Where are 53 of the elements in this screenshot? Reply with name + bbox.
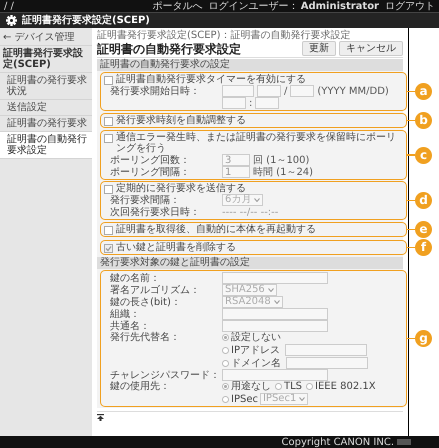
radio-label: ドメイン名 <box>231 358 281 368</box>
page-header-title: 証明書発行要求設定(SCEP) <box>22 15 150 26</box>
section-header: 発行要求対象の鍵と証明書の設定 <box>97 257 403 269</box>
sidebar-item[interactable]: 証明書の自動発行要求設定 <box>0 132 92 159</box>
checkbox-label: 証明書を取得後、自動的に本体を再起動する <box>116 224 316 235</box>
callout-marker: c <box>415 146 432 164</box>
field-label: 鍵の長さ(bit)： <box>109 296 182 308</box>
field-label: 発行先代替名： <box>109 332 181 343</box>
field-label: 署名アルゴリズム： <box>109 284 201 296</box>
separator-text: : <box>249 98 252 108</box>
logout-link[interactable]: ログアウト <box>385 0 435 12</box>
page-title: 証明書の自動発行要求設定 <box>97 42 241 56</box>
field-label: 鍵の使用先： <box>109 381 171 392</box>
callout-marker: d <box>415 192 432 209</box>
portal-link[interactable]: ポータルへ <box>152 0 203 12</box>
callout-marker: f <box>415 239 432 256</box>
date-reading: ---- --/-- --:-- <box>222 206 278 218</box>
field-label: ポーリング回数： <box>109 154 191 166</box>
field-label: 発行要求開始日時： <box>109 86 201 96</box>
callout-marker: a <box>415 83 432 100</box>
checkbox-label: 証明書自動発行要求タイマーを有効にする <box>116 74 306 85</box>
radio-label: IEEE 802.1X <box>315 381 376 392</box>
checkbox-label: 古い鍵と証明書を削除する <box>116 242 236 253</box>
callout-marker: e <box>415 221 432 238</box>
unit-label: 回 (1～100) <box>253 154 310 166</box>
copyright-text: Copyright CANON INC. <box>282 436 394 448</box>
cancel-button[interactable]: キャンセル <box>339 41 403 56</box>
radio-label: 用途なし <box>231 381 271 392</box>
field-label: 組織： <box>109 308 141 320</box>
field-label: 発行要求間隔： <box>109 194 181 206</box>
field-label: チャレンジパスワード： <box>109 370 221 380</box>
section-header: 証明書の自動発行要求の設定 <box>97 59 403 71</box>
user-label: ログインユーザー： <box>208 0 299 12</box>
radio-label: TLS <box>284 381 302 392</box>
slash-mark: / / <box>4 0 14 12</box>
checkbox-label: 定期的に発行要求を送信する <box>116 183 246 194</box>
separator-text: / <box>284 86 288 96</box>
field-label: 鍵の名前： <box>109 272 161 284</box>
unit-label: 時間 (1～24) <box>253 166 314 178</box>
checkbox-label: 発行要求時刻を自動調整する <box>116 115 246 126</box>
radio-label: IPSec <box>231 394 258 404</box>
checkbox-label: 通信エラー発生時、または証明書の発行要求を保留時にポーリングを行う <box>116 132 397 154</box>
breadcrumb: 証明書発行要求設定(SCEP)：証明書の自動発行要求設定 <box>97 30 352 41</box>
radio-label: 設定しない <box>231 332 281 343</box>
user-name: Administrator <box>300 0 379 12</box>
field-label: ポーリング間隔： <box>109 166 191 178</box>
format-hint: (YYYY MM/DD) <box>317 86 389 96</box>
callout-marker: g <box>415 330 432 347</box>
update-button[interactable]: 更新 <box>302 41 336 56</box>
callout-marker: b <box>415 112 432 129</box>
field-label: 共通名： <box>109 320 151 332</box>
radio-label: IPアドレス <box>231 344 280 356</box>
field-label: 次回発行要求日時： <box>109 206 201 218</box>
